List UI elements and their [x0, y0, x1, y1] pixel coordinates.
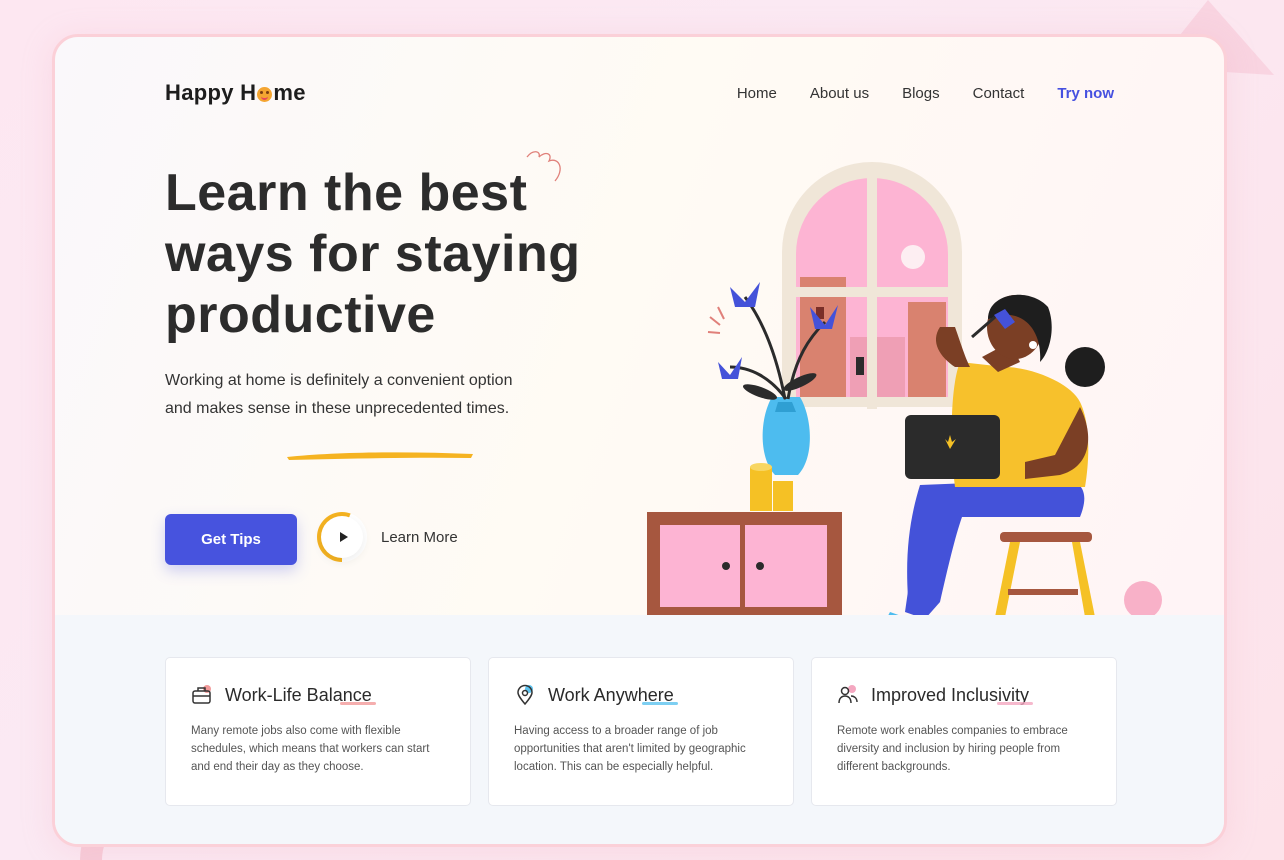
nav-item-about-us[interactable]: About us: [810, 85, 869, 102]
try-now-link[interactable]: Try now: [1057, 85, 1114, 102]
feature-card-improved-inclusivity: Improved Inclusivity Remote work enables…: [811, 657, 1117, 806]
brand-logo[interactable]: Happy H me: [165, 80, 306, 106]
hero-title: Learn the best ways for staying producti…: [165, 163, 581, 460]
play-icon: [339, 532, 348, 542]
feature-title: Work-Life Balance: [225, 684, 376, 705]
feature-card-work-life-balance: Work-Life Balance Many remote jobs also …: [165, 657, 471, 806]
feature-description: Having access to a broader range of job …: [514, 725, 746, 773]
learn-more-label: Learn More: [381, 528, 458, 546]
feature-card-work-anywhere: Work Anywhere Having access to a broader…: [488, 657, 794, 806]
hero-description: Working at home is definitely a convenie…: [165, 372, 513, 417]
play-button[interactable]: [317, 512, 367, 562]
users-icon: [837, 684, 859, 706]
feature-title: Work Anywhere: [548, 684, 678, 705]
brand-name-prefix: Happy H: [165, 80, 257, 105]
feature-title: Improved Inclusivity: [871, 684, 1034, 705]
location-pin-icon: [514, 684, 536, 706]
brand-name-suffix: me: [273, 80, 306, 105]
briefcase-icon: [191, 684, 213, 706]
nav-item-contact[interactable]: Contact: [973, 85, 1025, 102]
highlight-underline: [287, 452, 473, 460]
top-navigation: Happy H me Home About us Blogs Contact Tr…: [165, 77, 1114, 109]
hero-illustration: [610, 162, 1170, 617]
nav-links: Home About us Blogs Contact Try now: [737, 85, 1114, 102]
features-list: Work-Life Balance Many remote jobs also …: [165, 657, 1117, 806]
feature-description: Many remote jobs also come with flexible…: [191, 725, 430, 773]
nav-item-blogs[interactable]: Blogs: [902, 85, 940, 102]
learn-more-button[interactable]: Learn More: [317, 512, 458, 562]
nav-item-home[interactable]: Home: [737, 85, 777, 102]
landing-page-frame: Happy H me Home About us Blogs Contact Tr…: [52, 34, 1227, 847]
feature-description: Remote work enables companies to embrace…: [837, 725, 1068, 773]
hero-title-line-3: productive: [165, 286, 436, 344]
hero-title-line-1: Learn the best: [165, 164, 528, 222]
smiley-face-icon: [257, 86, 273, 102]
get-tips-button[interactable]: Get Tips: [165, 514, 297, 565]
hero-title-line-2: ways for staying: [165, 225, 581, 283]
